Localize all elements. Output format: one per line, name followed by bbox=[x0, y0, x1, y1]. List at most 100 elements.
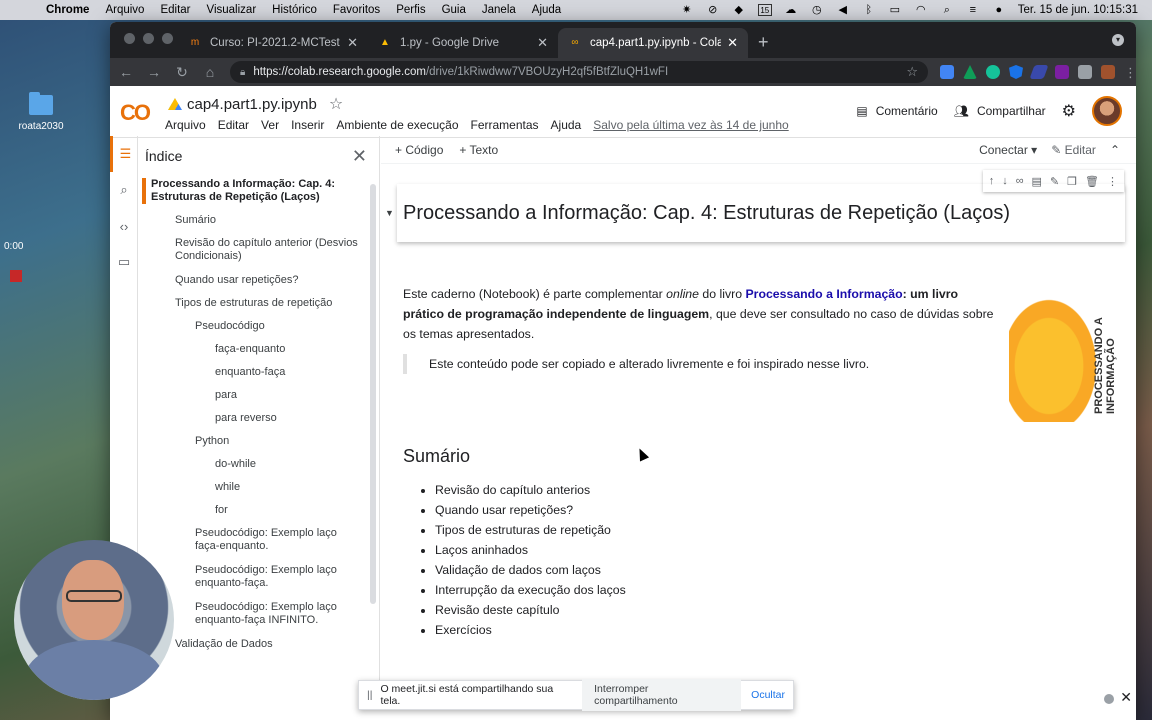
tab-moodle[interactable]: m Curso: PI-2021.2-MCTest ✕ bbox=[178, 28, 368, 58]
heading-cell[interactable]: ▼ Processando a Informação: Cap. 4: Estr… bbox=[385, 184, 1125, 242]
share-button[interactable]: 👥︎ Compartilhar bbox=[954, 104, 1046, 118]
menu-favoritos[interactable]: Favoritos bbox=[333, 4, 380, 16]
tab-drive[interactable]: ▲ 1.py - Google Drive ✕ bbox=[368, 28, 558, 58]
edit-button[interactable]: ✎ Editar bbox=[1051, 143, 1096, 157]
menu-janela[interactable]: Janela bbox=[482, 4, 516, 16]
book-link[interactable]: Processando a Informação bbox=[745, 287, 902, 301]
toc-item[interactable]: para bbox=[215, 389, 365, 402]
menu-perfis[interactable]: Perfis bbox=[396, 4, 425, 16]
control-center-icon[interactable]: ≡ bbox=[966, 4, 980, 16]
colab-menu-ferramentas[interactable]: Ferramentas bbox=[471, 118, 539, 132]
menu-historico[interactable]: Histórico bbox=[272, 4, 317, 16]
search-icon[interactable]: ⌕ bbox=[940, 4, 954, 16]
menu-arquivo[interactable]: Arquivo bbox=[105, 4, 144, 16]
dropbox-icon[interactable]: ◆ bbox=[732, 4, 746, 16]
grammarly-icon[interactable] bbox=[986, 65, 1000, 79]
cloud-icon[interactable]: ☁ bbox=[784, 4, 798, 16]
toc-item[interactable]: faça-enquanto bbox=[215, 343, 365, 356]
drive-ext-icon[interactable] bbox=[963, 65, 977, 79]
pen-ext-icon[interactable] bbox=[1029, 65, 1049, 79]
colab-menu-ajuda[interactable]: Ajuda bbox=[551, 118, 582, 132]
camera-off-icon[interactable]: ⊘ bbox=[706, 4, 720, 16]
clock-icon[interactable]: ◷ bbox=[810, 4, 824, 16]
calendar-icon[interactable]: 15 bbox=[757, 4, 772, 16]
toc-item[interactable]: Quando usar repetições? bbox=[175, 274, 365, 287]
add-code-button[interactable]: + Código bbox=[395, 143, 443, 157]
colab-logo[interactable]: CO bbox=[120, 100, 151, 126]
home-icon[interactable]: ⌂ bbox=[202, 64, 218, 80]
toc-item[interactable]: Revisão do capítulo anterior (Desvios Co… bbox=[175, 237, 365, 263]
notebook-name[interactable]: cap4.part1.py.ipynb bbox=[187, 96, 317, 113]
toc-scrollbar[interactable] bbox=[370, 184, 376, 604]
colab-menu-inserir[interactable]: Inserir bbox=[291, 118, 324, 132]
close-tab-icon[interactable]: ✕ bbox=[727, 35, 738, 51]
colab-menu-editar[interactable]: Editar bbox=[218, 118, 249, 132]
close-panel-icon[interactable]: ✕ bbox=[1120, 689, 1132, 706]
user-avatar[interactable] bbox=[1092, 96, 1122, 126]
siri-icon[interactable]: ● bbox=[992, 4, 1006, 16]
menu-visualizar[interactable]: Visualizar bbox=[207, 4, 257, 16]
hide-button[interactable]: Ocultar bbox=[751, 689, 785, 701]
battery-icon[interactable]: ▭ bbox=[888, 4, 902, 16]
bookmark-star-icon[interactable]: ☆ bbox=[906, 64, 918, 80]
desktop-folder-icon[interactable] bbox=[29, 92, 53, 115]
toc-item[interactable]: for bbox=[215, 504, 365, 517]
shield-icon[interactable] bbox=[1009, 65, 1023, 79]
meet-ext-icon[interactable] bbox=[1055, 65, 1069, 79]
menubar-clock[interactable]: Ter. 15 de jun. 10:15:31 bbox=[1018, 4, 1138, 16]
toc-item[interactable]: Validação de Dados bbox=[175, 638, 365, 651]
toc-item[interactable]: Tipos de estruturas de repetição bbox=[175, 297, 365, 310]
lock-icon[interactable]: 🔒︎ bbox=[240, 67, 245, 78]
close-window-button[interactable] bbox=[124, 33, 135, 44]
record-stop-icon[interactable] bbox=[10, 270, 22, 282]
add-text-button[interactable]: + Texto bbox=[459, 143, 498, 157]
toc-item[interactable]: enquanto-faça bbox=[215, 366, 365, 379]
toc-item[interactable]: Python bbox=[195, 435, 365, 448]
colab-menu-arquivo[interactable]: Arquivo bbox=[165, 118, 206, 132]
colab-menu-ambiente[interactable]: Ambiente de execução bbox=[336, 118, 458, 132]
toc-item[interactable]: para reverso bbox=[215, 412, 365, 425]
toc-item[interactable]: Pseudocódigo: Exemplo laço faça-enquanto… bbox=[195, 527, 355, 553]
address-bar[interactable]: 🔒︎ https://colab.research.google.com /dr… bbox=[230, 61, 928, 83]
tab-search-icon[interactable]: ▾ bbox=[1112, 34, 1124, 46]
gear-icon[interactable]: ✷ bbox=[680, 4, 694, 16]
translate-icon[interactable] bbox=[940, 65, 954, 79]
toc-item[interactable]: Pseudocódigo: Exemplo laço enquanto-faça… bbox=[195, 601, 355, 627]
menu-ajuda[interactable]: Ajuda bbox=[532, 4, 561, 16]
bluetooth-icon[interactable]: ᛒ bbox=[862, 4, 876, 16]
drag-handle-icon[interactable]: || bbox=[367, 689, 372, 701]
files-folder-icon[interactable]: ▭ bbox=[110, 244, 138, 280]
close-tab-icon[interactable]: ✕ bbox=[537, 35, 548, 51]
code-snippets-icon[interactable]: ‹› bbox=[110, 208, 138, 244]
toc-item[interactable]: while bbox=[215, 481, 365, 494]
reload-icon[interactable]: ↻ bbox=[174, 64, 190, 81]
connect-button[interactable]: Conectar ▾ bbox=[979, 143, 1037, 157]
settings-gear-icon[interactable]: ⚙ bbox=[1062, 101, 1076, 121]
minimize-window-button[interactable] bbox=[143, 33, 154, 44]
collapse-icon[interactable]: ⌃ bbox=[1110, 143, 1120, 157]
comment-button[interactable]: ▤ Comentário bbox=[856, 104, 937, 118]
zoom-window-button[interactable] bbox=[162, 33, 173, 44]
collapse-section-icon[interactable]: ▼ bbox=[385, 208, 394, 218]
search-icon[interactable]: ⌕ bbox=[110, 172, 138, 208]
toc-item[interactable]: Pseudocódigo: Exemplo laço enquanto-faça… bbox=[195, 564, 355, 590]
menu-editar[interactable]: Editar bbox=[160, 4, 190, 16]
toc-item-heading[interactable]: Processando a Informação: Cap. 4: Estrut… bbox=[142, 178, 338, 204]
menu-app-chrome[interactable]: Chrome bbox=[46, 4, 89, 16]
forward-icon[interactable]: → bbox=[146, 64, 162, 80]
new-tab-icon[interactable]: + bbox=[758, 32, 769, 53]
close-icon[interactable]: ✕ bbox=[352, 146, 367, 167]
colab-menu-ver[interactable]: Ver bbox=[261, 118, 279, 132]
close-tab-icon[interactable]: ✕ bbox=[347, 35, 358, 51]
stop-sharing-button[interactable]: Interromper compartilhamento bbox=[582, 679, 742, 711]
tab-colab[interactable]: ∞ cap4.part1.py.ipynb - Colabora ✕ bbox=[558, 28, 748, 58]
star-icon[interactable]: ☆ bbox=[329, 94, 343, 114]
kebab-menu-icon[interactable]: ⋮ bbox=[1124, 65, 1136, 80]
toc-icon[interactable]: ☰ bbox=[110, 136, 138, 172]
last-saved-link[interactable]: Salvo pela última vez às 14 de junho bbox=[593, 118, 788, 132]
volume-icon[interactable]: ◀ bbox=[836, 4, 850, 16]
menu-guia[interactable]: Guia bbox=[442, 4, 466, 16]
toc-item[interactable]: Pseudocódigo bbox=[195, 320, 365, 333]
wifi-icon[interactable]: ◠ bbox=[914, 4, 928, 16]
puzzle-icon[interactable] bbox=[1078, 65, 1092, 79]
